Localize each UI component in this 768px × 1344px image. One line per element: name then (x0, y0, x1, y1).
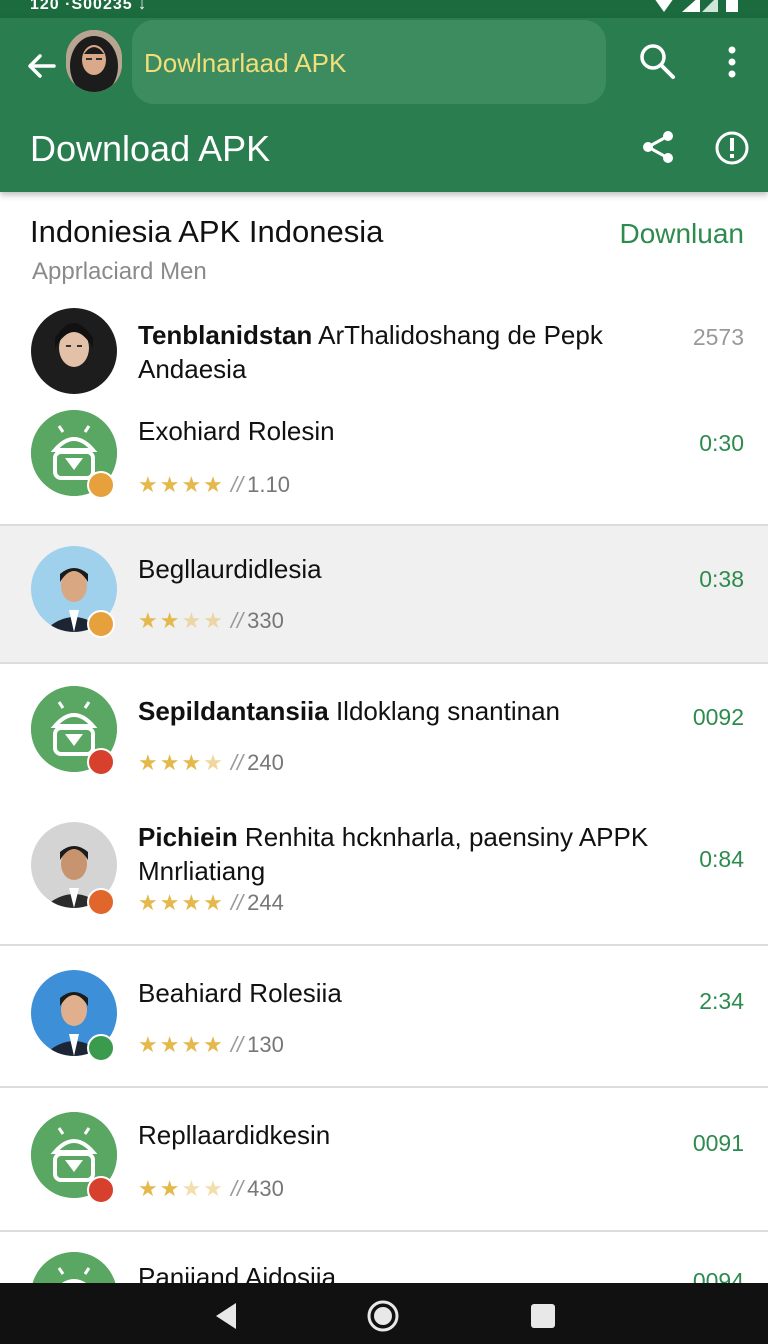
item-rating: ★★★★//244 (138, 890, 284, 915)
woman-hijab-avatar-image (66, 30, 122, 92)
star-rating-icon: ★★★★ (138, 1176, 225, 1201)
item-name: Beahiard Rolesiia (138, 978, 342, 1008)
alert-info-icon[interactable] (714, 130, 750, 166)
item-meta: 0:38 (699, 566, 744, 592)
status-bar: 120 ·S00235 ↓ (0, 0, 768, 18)
list-item[interactable]: Panijand Aidosiia 0094 (0, 1232, 768, 1283)
share-icon[interactable] (642, 130, 676, 164)
more-vert-icon[interactable] (718, 44, 746, 80)
item-name-line2: Mnrliatiang (138, 856, 266, 886)
status-badge (87, 1176, 115, 1204)
list-item[interactable]: Begllaurdidlesia ★★★★//330 0:38 (0, 526, 768, 662)
item-name: Repllaardidkesin (138, 1120, 331, 1150)
section-download-link[interactable]: Downluan (619, 218, 744, 250)
list-item[interactable]: Exohiard Rolesin ★★★★//1.10 0:30 (0, 404, 768, 524)
avatar (31, 1252, 117, 1283)
status-icons (652, 0, 744, 19)
back-arrow-icon[interactable] (24, 48, 60, 84)
item-meta: 0094 (692, 1268, 744, 1283)
android-icon (31, 1252, 117, 1283)
item-meta: 0:30 (699, 430, 744, 456)
item-meta: 0:84 (699, 846, 744, 872)
page-title: Download APK (30, 128, 271, 169)
item-rating-count: 244 (247, 890, 284, 915)
list-item[interactable]: Repllaardidkesin ★★★★//430 0091 (0, 1088, 768, 1230)
item-rating-count: 240 (247, 750, 284, 775)
item-name: Begllaurdidlesia (138, 554, 322, 584)
status-time: 120 ·S00235 ↓ (30, 0, 148, 13)
list-item[interactable]: Beahiard Rolesiia ★★★★//130 2:34 (0, 946, 768, 1086)
item-rating-count: 1.10 (247, 472, 290, 497)
item-name: Sepildantansiia Ildoklang snantinan (138, 696, 561, 726)
item-rating: ★★★★//1.10 (138, 472, 290, 497)
star-rating-icon: ★★★★ (138, 608, 225, 633)
nav-back-icon[interactable] (212, 1301, 240, 1331)
list-item[interactable]: Sepildantansiia Ildoklang snantinan ★★★★… (0, 664, 768, 802)
status-badge (87, 1034, 115, 1062)
item-rating: ★★★★//240 (138, 750, 284, 775)
avatar (31, 308, 117, 394)
item-name-line2: Andaesia (138, 354, 247, 384)
signal-icon (655, 0, 738, 12)
status-badge (87, 888, 115, 916)
item-rating-count: 330 (247, 608, 284, 633)
section-title: Indoniesia APK Indonesia (30, 214, 384, 249)
item-meta: 0092 (692, 704, 744, 730)
item-name: Exohiard Rolesin (138, 416, 335, 446)
item-rating: ★★★★//330 (138, 608, 284, 633)
list-item[interactable]: Tenblanidstan ArThalidoshang de Pepk And… (0, 300, 768, 404)
profile-avatar[interactable] (66, 30, 122, 92)
star-rating-icon: ★★★★ (138, 1032, 225, 1057)
item-name: Pichiein Renhita hcknharla, paensiny APP… (138, 822, 649, 852)
app-bar: Dowlnarlaad APK Download APK (0, 18, 768, 192)
item-name: Panijand Aidosiia (138, 1262, 337, 1283)
star-rating-icon: ★★★★ (138, 750, 225, 775)
list-item[interactable]: Pichiein Renhita hcknharla, paensiny APP… (0, 802, 768, 944)
item-name: Tenblanidstan ArThalidoshang de Pepk (138, 320, 603, 350)
nav-recents-icon[interactable] (530, 1303, 556, 1329)
star-rating-icon: ★★★★ (138, 890, 225, 915)
nav-home-icon[interactable] (366, 1299, 400, 1333)
woman-hijab-avatar-image (31, 308, 117, 394)
star-rating-icon: ★★★★ (138, 472, 225, 497)
item-meta: 0091 (692, 1130, 744, 1156)
system-nav-bar (0, 1283, 768, 1344)
item-rating-count: 430 (247, 1176, 284, 1201)
search-icon[interactable] (638, 42, 676, 80)
search-bar[interactable]: Dowlnarlaad APK (132, 20, 606, 104)
item-rating-count: 130 (247, 1032, 284, 1057)
status-badge (87, 610, 115, 638)
item-rating: ★★★★//430 (138, 1176, 284, 1201)
search-bar-text[interactable]: Dowlnarlaad APK (144, 48, 346, 79)
item-rating: ★★★★//130 (138, 1032, 284, 1057)
status-badge (87, 748, 115, 776)
section-subtitle: Apprlaciard Men (32, 258, 207, 285)
item-meta: 2573 (692, 324, 744, 350)
status-badge (87, 471, 115, 499)
item-meta: 2:34 (699, 988, 744, 1014)
